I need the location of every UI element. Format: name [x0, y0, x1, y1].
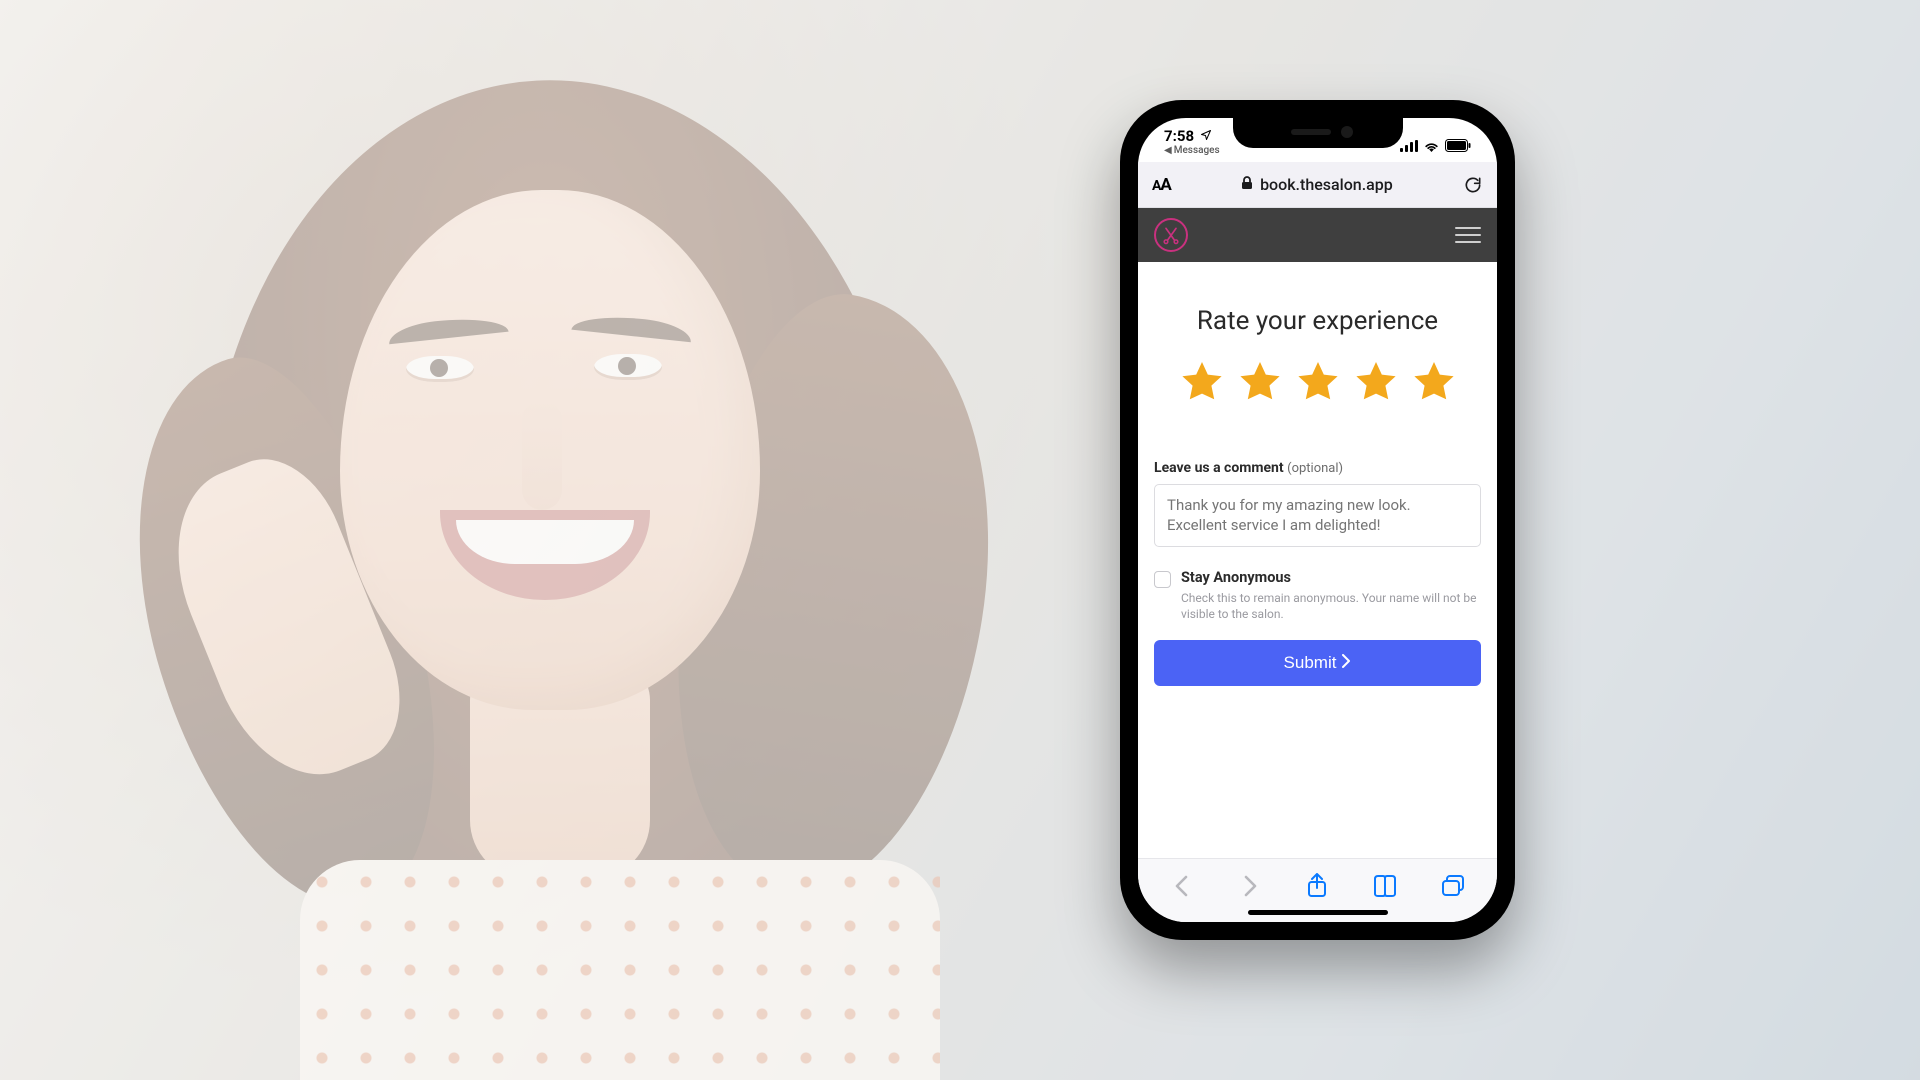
star-3[interactable] — [1294, 358, 1342, 406]
text-size-button[interactable]: AA — [1152, 175, 1171, 195]
location-arrow-icon — [1200, 129, 1212, 144]
forward-button[interactable] — [1229, 865, 1271, 907]
page-title: Rate your experience — [1154, 306, 1481, 336]
comment-label: Leave us a comment (optional) — [1154, 460, 1481, 476]
background-scene: 7:58 ◀ Messages — [0, 0, 1920, 1080]
home-indicator[interactable] — [1248, 910, 1388, 915]
browser-toolbar — [1138, 858, 1497, 922]
device-notch — [1233, 118, 1403, 148]
status-time: 7:58 — [1164, 129, 1194, 144]
comment-label-text: Leave us a comment — [1154, 460, 1284, 476]
reload-button[interactable] — [1463, 175, 1483, 195]
tabs-button[interactable] — [1432, 865, 1474, 907]
back-to-app-link[interactable]: ◀ Messages — [1164, 145, 1220, 156]
browser-address-bar: AA book.thesalon.app — [1138, 162, 1497, 208]
phone-screen: 7:58 ◀ Messages — [1138, 118, 1497, 922]
star-2[interactable] — [1236, 358, 1284, 406]
chevron-right-icon — [1342, 653, 1351, 673]
menu-button[interactable] — [1455, 227, 1481, 244]
anonymous-checkbox[interactable] — [1154, 571, 1171, 588]
battery-icon — [1445, 139, 1471, 152]
chevron-left-icon: ◀ — [1164, 145, 1172, 156]
rating-stars — [1154, 358, 1481, 406]
submit-button[interactable]: Submit — [1154, 640, 1481, 686]
lock-icon — [1241, 175, 1253, 194]
back-button[interactable] — [1161, 865, 1203, 907]
comment-label-optional: (optional) — [1287, 461, 1343, 476]
app-header — [1138, 208, 1497, 262]
star-1[interactable] — [1178, 358, 1226, 406]
cellular-signal-icon — [1400, 140, 1418, 152]
anonymous-label: Stay Anonymous — [1181, 569, 1481, 586]
address-domain: book.thesalon.app — [1260, 175, 1393, 194]
address-field[interactable]: book.thesalon.app — [1241, 175, 1393, 194]
wifi-icon — [1423, 140, 1440, 152]
star-5[interactable] — [1410, 358, 1458, 406]
star-4[interactable] — [1352, 358, 1400, 406]
comment-textarea[interactable] — [1154, 484, 1481, 547]
share-button[interactable] — [1296, 865, 1338, 907]
submit-label: Submit — [1284, 653, 1337, 673]
anonymous-description: Check this to remain anonymous. Your nam… — [1181, 590, 1481, 622]
phone-frame: 7:58 ◀ Messages — [1120, 100, 1515, 940]
bookmarks-button[interactable] — [1364, 865, 1406, 907]
page-content: Rate your experience Leave us a comment … — [1138, 262, 1497, 858]
back-app-label: Messages — [1174, 145, 1220, 156]
salon-logo-icon[interactable] — [1154, 218, 1188, 252]
